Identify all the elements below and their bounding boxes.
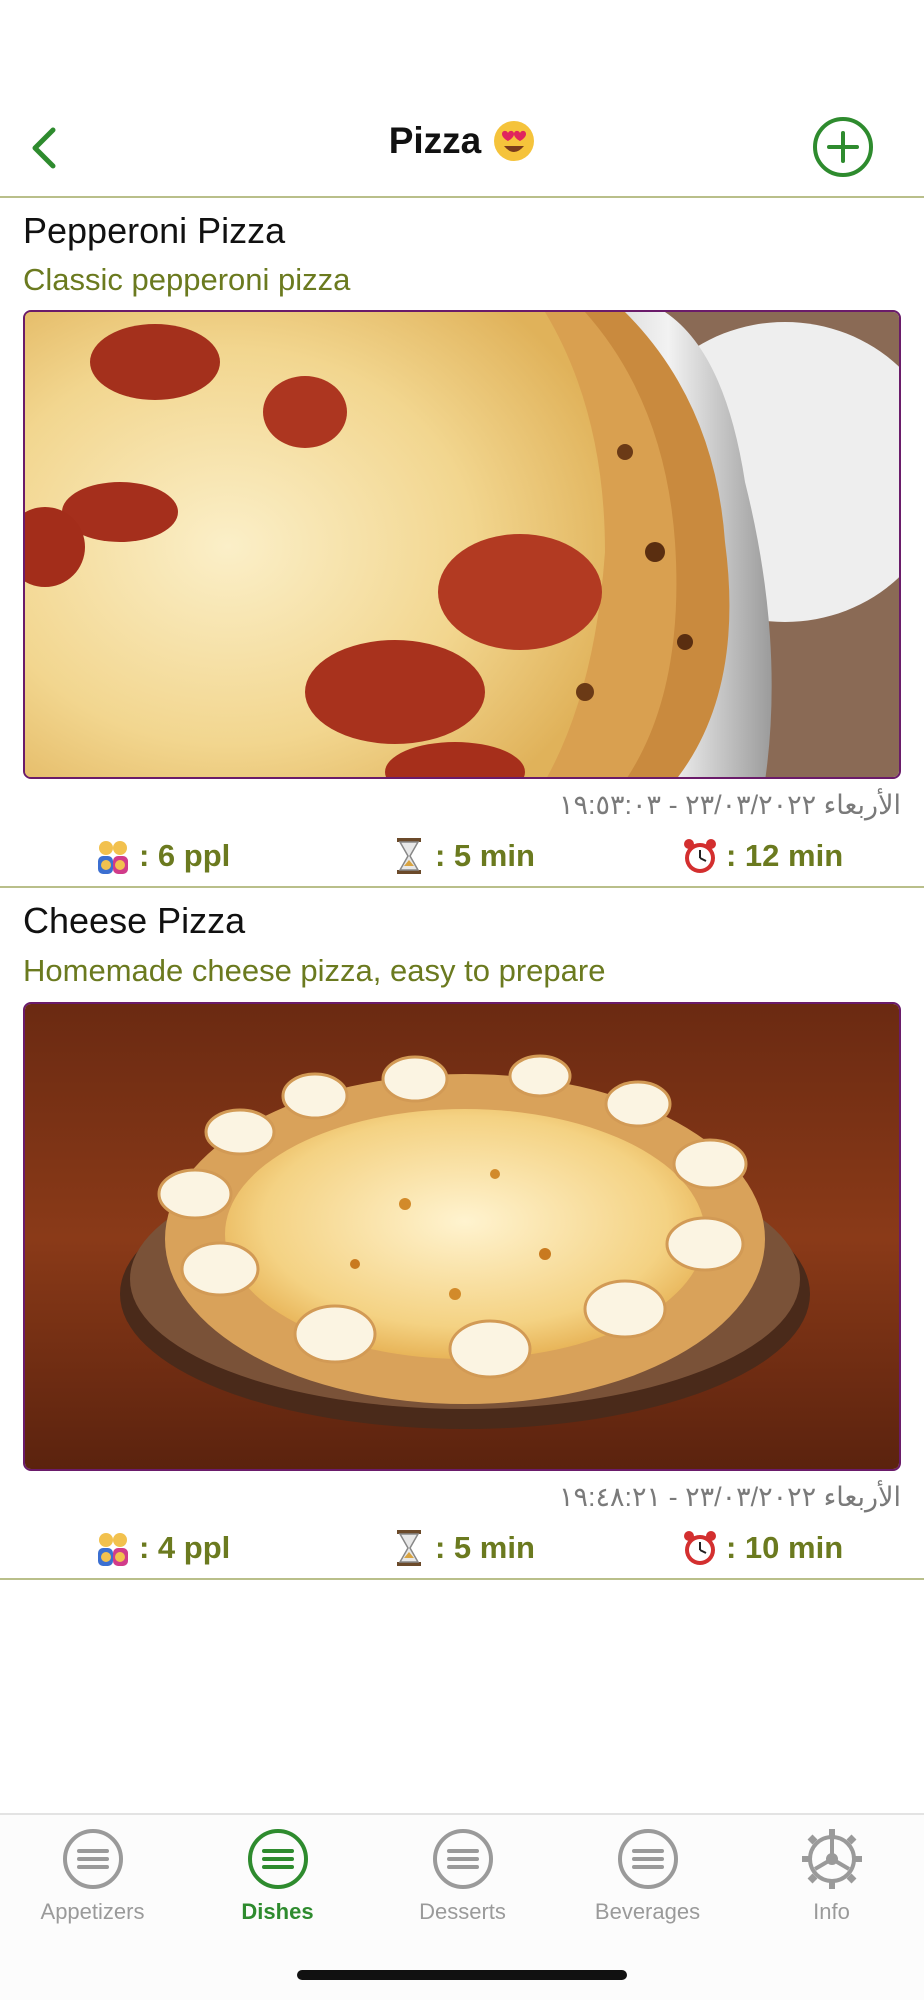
prep-time-stat: : 5 min [389,836,535,876]
list-circle-icon [62,1829,123,1889]
alarm-clock-icon [684,1531,716,1565]
tab-desserts[interactable]: Desserts [370,1827,555,1957]
tab-label: Info [813,1899,850,1924]
people-stat: : 6 ppl [93,836,230,876]
cook-time-stat: : 12 min [680,836,843,876]
tab-info[interactable]: Info [739,1827,924,1957]
tab-appetizers[interactable]: Appetizers [0,1827,185,1957]
plus-circle-icon [813,117,873,177]
recipe-divider [0,1578,924,1580]
tab-label: Beverages [594,1899,701,1924]
navigation-bar: Pizza [0,100,924,196]
page-title: Pizza [0,120,924,162]
recipe-description: Classic pepperoni pizza [23,262,351,297]
people-value: : 6 ppl [139,838,231,873]
gear-icon [801,1829,862,1889]
tab-dishes[interactable]: Dishes [185,1827,370,1957]
recipe-date: الأربعاء ٢٣/٠٣/٢٠٢٢ - ١٩:٤٨:٢١ [559,1482,901,1512]
recipe-date: الأربعاء ٢٣/٠٣/٢٠٢٢ - ١٩:٥٣:٠٣ [559,790,901,820]
tab-label: Dishes [241,1899,314,1924]
family-icon [98,1533,128,1566]
pepperoni-pizza-image [25,312,899,777]
add-recipe-button[interactable] [812,116,874,178]
hourglass-icon [397,838,421,874]
cook-time-value: : 12 min [726,838,844,873]
recipe-divider [0,886,924,888]
cook-time-value: : 10 min [726,1530,844,1565]
recipe-photo [23,310,901,779]
recipe-description: Homemade cheese pizza, easy to prepare [23,953,606,988]
prep-time-value: : 5 min [435,1530,535,1565]
hourglass-icon [397,1530,421,1566]
tab-beverages[interactable]: Beverages [555,1827,740,1957]
tab-label: Appetizers [40,1899,145,1924]
recipe-photo [23,1002,901,1471]
heart-eyes-emoji-icon [494,121,535,161]
list-circle-icon [617,1829,678,1889]
recipe-name: Pepperoni Pizza [23,210,286,251]
family-icon [98,841,128,874]
prep-time-value: : 5 min [435,838,535,873]
alarm-clock-icon [684,839,716,873]
people-value: : 4 ppl [139,1530,231,1565]
tab-label: Desserts [419,1899,506,1924]
list-circle-icon [432,1829,493,1889]
home-indicator[interactable] [297,1970,627,1980]
recipe-name: Cheese Pizza [23,900,246,941]
cook-time-stat: : 10 min [680,1528,843,1568]
page-title-text: Pizza [388,120,482,161]
list-circle-icon [247,1829,308,1889]
header-divider [0,196,924,198]
prep-time-stat: : 5 min [389,1528,535,1568]
recipe-stats: : 4 ppl : 5 min : 10 min [0,1528,924,1574]
people-stat: : 4 ppl [93,1528,230,1568]
cheese-pizza-image [25,1004,899,1469]
recipe-stats: : 6 ppl : 5 min : 12 min [0,836,924,882]
